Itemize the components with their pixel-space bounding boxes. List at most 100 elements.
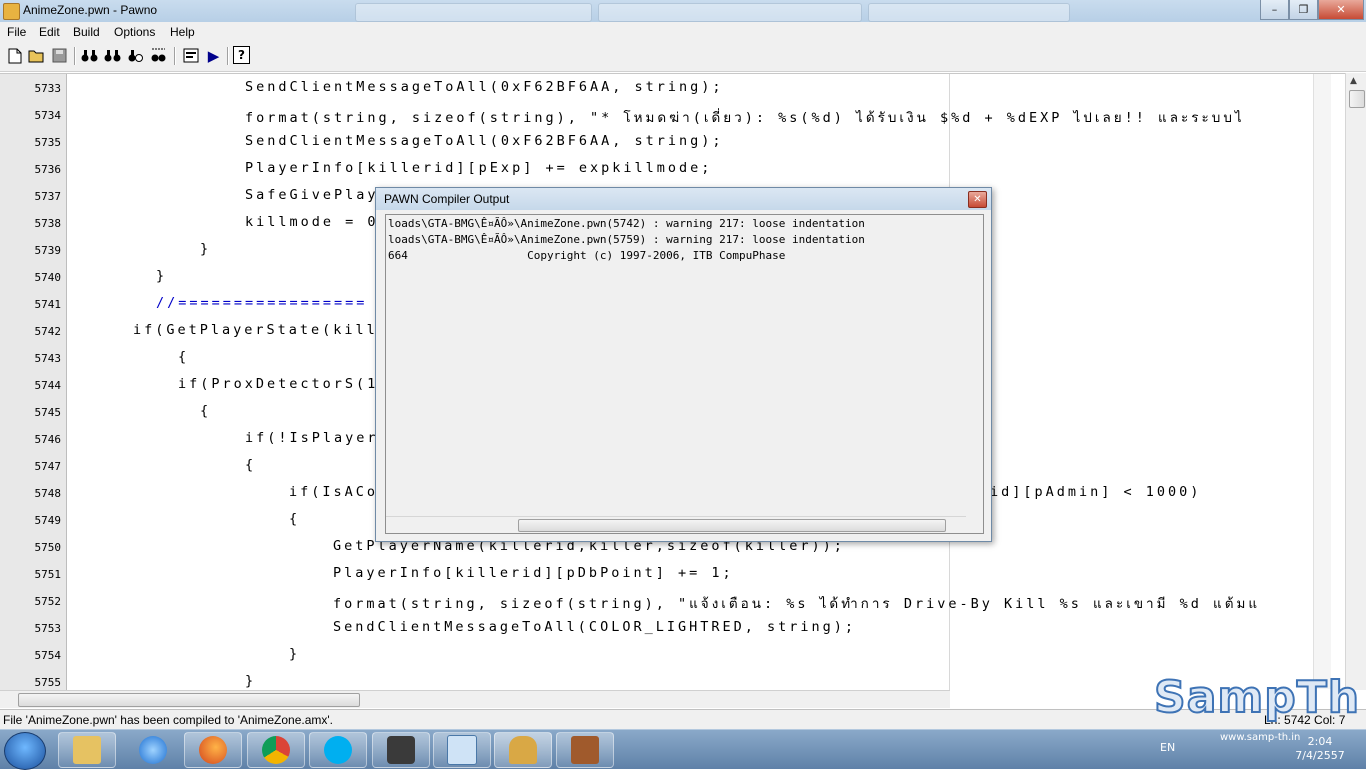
code-text: if(IsACo bbox=[289, 484, 379, 500]
dialog-vertical-scrollbar[interactable] bbox=[966, 215, 983, 515]
code-text: if(!IsPlayer bbox=[245, 430, 379, 446]
menu-help[interactable]: Help bbox=[170, 25, 195, 39]
compile-button[interactable]: ▶ bbox=[204, 46, 223, 65]
line-number: 5739 bbox=[34, 244, 62, 257]
minimize-button[interactable]: – bbox=[1260, 0, 1289, 20]
code-text: SafeGivePlay bbox=[245, 187, 379, 203]
find-button[interactable] bbox=[80, 46, 99, 65]
menu-build[interactable]: Build bbox=[73, 25, 100, 39]
scroll-thumb[interactable] bbox=[1349, 90, 1365, 108]
taskbar-internet-explorer[interactable] bbox=[124, 732, 182, 768]
line-number: 5746 bbox=[34, 433, 62, 446]
start-button[interactable] bbox=[4, 732, 46, 770]
window-title: AnimeZone.pwn - Pawno bbox=[23, 3, 158, 17]
help-button[interactable]: ? bbox=[233, 46, 250, 64]
hscroll-thumb[interactable] bbox=[18, 693, 360, 707]
app-s-icon bbox=[387, 736, 415, 764]
menu-options[interactable]: Options bbox=[114, 25, 155, 39]
open-folder-icon bbox=[28, 50, 44, 63]
pawn-icon bbox=[509, 736, 537, 764]
line-number: 5749 bbox=[34, 514, 62, 527]
vertical-scrollbar[interactable]: ▲ bbox=[1345, 73, 1366, 690]
pawno-app-icon bbox=[3, 3, 20, 20]
find-next-button[interactable] bbox=[103, 46, 122, 65]
clock-date: 7/4/2557 bbox=[1295, 749, 1345, 762]
line-number: 5747 bbox=[34, 460, 62, 473]
watermark-url: www.samp-th.in bbox=[1220, 732, 1301, 743]
code-text: if(ProxDetectorS(1 bbox=[178, 376, 379, 392]
taskbar-explorer[interactable] bbox=[58, 732, 116, 768]
code-text: if(GetPlayerState(kill bbox=[133, 322, 378, 338]
code-line: 5753 SendClientMessageToAll(COLOR_LIGHTR… bbox=[0, 614, 1336, 641]
line-number: 5751 bbox=[34, 568, 62, 581]
folder-icon bbox=[73, 736, 101, 764]
taskbar-chrome[interactable] bbox=[247, 732, 305, 768]
language-indicator[interactable]: EN bbox=[1160, 741, 1175, 754]
compiler-output-dialog: PAWN Compiler Output ✕ loads\GTA-BMG\Ê¤Ã… bbox=[375, 187, 992, 542]
firefox-icon bbox=[199, 736, 227, 764]
control-panel-icon bbox=[447, 735, 477, 765]
replace-icon bbox=[128, 50, 143, 62]
code-text: killmode = 0 bbox=[245, 214, 379, 230]
dialog-hscroll-thumb[interactable] bbox=[518, 519, 946, 532]
code-text: SendClientMessageToAll(0xF62BF6AA, strin… bbox=[245, 79, 724, 95]
samp-th-watermark: SampTh www.samp-th.in bbox=[1150, 671, 1360, 743]
goto-button[interactable] bbox=[149, 46, 168, 65]
taskbar-books[interactable] bbox=[556, 732, 614, 768]
chrome-icon bbox=[262, 736, 290, 764]
taskbar-app-s[interactable] bbox=[372, 732, 430, 768]
code-text: format(string, sizeof(string), "แจ้งเตือ… bbox=[333, 596, 1261, 612]
code-line: 5733 SendClientMessageToAll(0xF62BF6AA, … bbox=[0, 74, 1336, 101]
dialog-title-bar[interactable]: PAWN Compiler Output ✕ bbox=[376, 188, 991, 210]
line-number: 5753 bbox=[34, 622, 62, 635]
function-list-button[interactable] bbox=[181, 46, 200, 65]
taskbar-pawno[interactable] bbox=[494, 732, 552, 768]
code-line: 5752 format(string, sizeof(string), "แจ้… bbox=[0, 587, 1336, 614]
replace-button[interactable] bbox=[126, 46, 145, 65]
new-file-button[interactable] bbox=[5, 46, 24, 65]
close-button[interactable]: ✕ bbox=[1318, 0, 1364, 20]
dialog-close-button[interactable]: ✕ bbox=[968, 191, 987, 208]
find-next-icon bbox=[104, 50, 121, 62]
code-text: SendClientMessageToAll(0xF62BF6AA, strin… bbox=[245, 133, 724, 149]
code-text: { bbox=[245, 457, 257, 473]
background-window-tab bbox=[598, 3, 862, 22]
line-number: 5736 bbox=[34, 163, 62, 176]
code-text: } bbox=[156, 268, 168, 284]
menu-bar: File Edit Build Options Help bbox=[0, 22, 1366, 41]
open-file-button[interactable] bbox=[27, 46, 46, 65]
taskbar-control-panel[interactable] bbox=[433, 732, 491, 768]
output-line: loads\GTA-BMG\Ê¤ÃÔ»\AnimeZone.pwn(5742) … bbox=[388, 217, 865, 230]
code-line: 5734 format(string, sizeof(string), "* โ… bbox=[0, 101, 1336, 128]
line-number: 5752 bbox=[34, 595, 62, 608]
editor-overview-bar[interactable] bbox=[1313, 74, 1331, 689]
code-text: } bbox=[245, 673, 257, 689]
scroll-up-icon[interactable]: ▲ bbox=[1350, 76, 1357, 86]
code-text: { bbox=[289, 511, 301, 527]
horizontal-scrollbar[interactable] bbox=[0, 690, 950, 708]
taskbar: EN 2:04 7/4/2557 bbox=[0, 729, 1366, 770]
code-text-tail: id][pAdmin] < 1000) bbox=[990, 484, 1202, 500]
maximize-button[interactable]: ❐ bbox=[1289, 0, 1318, 20]
menu-edit[interactable]: Edit bbox=[39, 25, 60, 39]
menu-file[interactable]: File bbox=[7, 25, 26, 39]
line-number: 5733 bbox=[34, 82, 62, 95]
line-number: 5738 bbox=[34, 217, 62, 230]
line-number: 5754 bbox=[34, 649, 62, 662]
code-text: SendClientMessageToAll(COLOR_LIGHTRED, s… bbox=[333, 619, 857, 635]
save-button[interactable] bbox=[50, 46, 69, 65]
taskbar-skype[interactable] bbox=[309, 732, 367, 768]
internet-explorer-icon bbox=[139, 736, 167, 764]
code-text: { bbox=[178, 349, 190, 365]
dialog-horizontal-scrollbar[interactable] bbox=[386, 516, 966, 533]
function-list-icon bbox=[183, 48, 198, 63]
line-number: 5734 bbox=[34, 109, 62, 122]
line-number: 5740 bbox=[34, 271, 62, 284]
compiler-output-text[interactable]: loads\GTA-BMG\Ê¤ÃÔ»\AnimeZone.pwn(5742) … bbox=[385, 214, 984, 534]
taskbar-firefox[interactable] bbox=[184, 732, 242, 768]
line-number: 5744 bbox=[34, 379, 62, 392]
code-text: format(string, sizeof(string), "* โหมดฆ่… bbox=[245, 110, 1245, 126]
line-number: 5742 bbox=[34, 325, 62, 338]
output-line: 664 Copyright (c) 1997-2006, ITB CompuPh… bbox=[388, 249, 786, 262]
code-line: 5751 PlayerInfo[killerid][pDbPoint] += 1… bbox=[0, 560, 1336, 587]
